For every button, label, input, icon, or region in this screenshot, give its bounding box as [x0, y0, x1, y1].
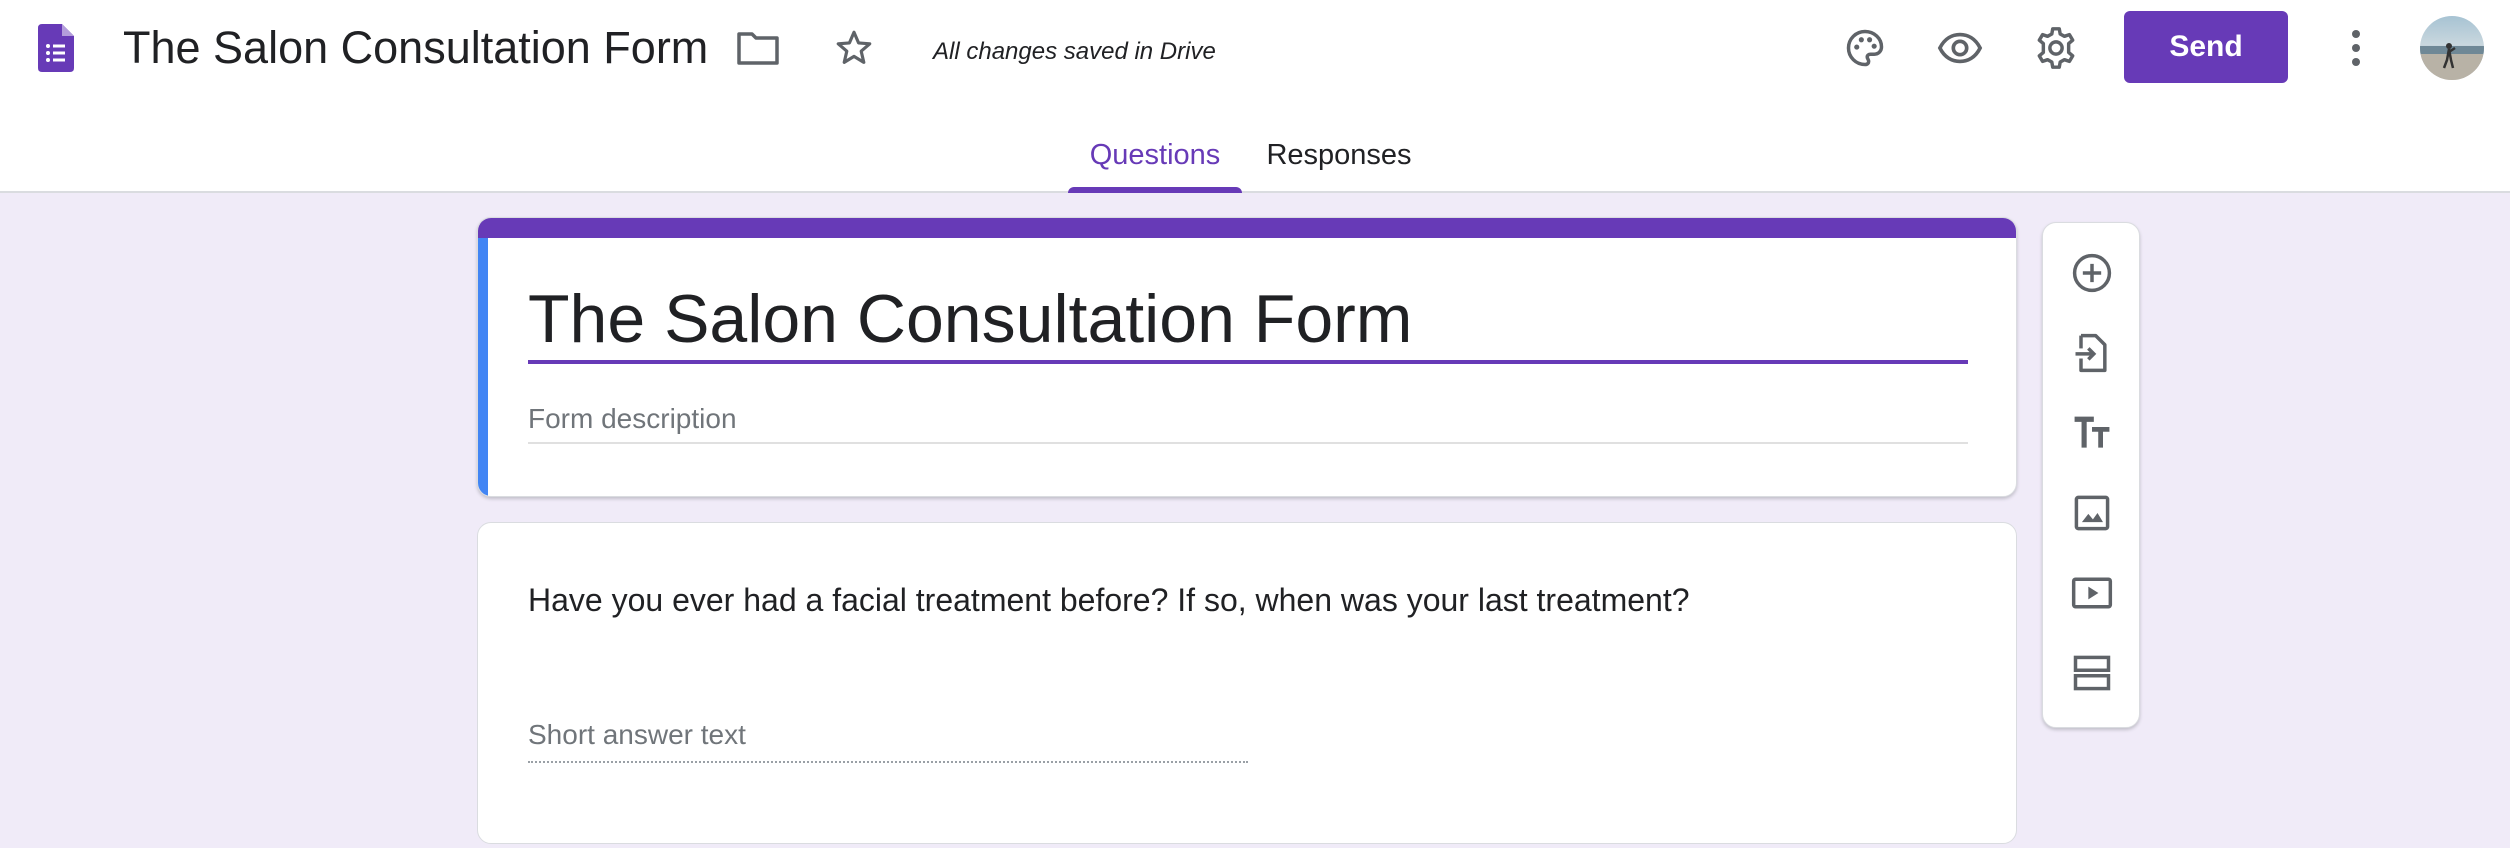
form-description-input[interactable]: Form description — [528, 400, 1968, 444]
form-header-card: The Salon Consultation Form Form descrip… — [477, 217, 2017, 497]
question-title[interactable]: Have you ever had a facial treatment bef… — [528, 577, 1968, 623]
add-video-icon[interactable] — [2060, 561, 2124, 625]
star-icon[interactable] — [826, 20, 882, 76]
tab-responses[interactable]: Responses — [1254, 120, 1424, 193]
add-image-icon[interactable] — [2060, 481, 2124, 545]
add-title-icon[interactable] — [2060, 401, 2124, 465]
add-section-icon[interactable] — [2060, 641, 2124, 705]
eye-icon[interactable] — [1930, 18, 1990, 78]
question-card[interactable]: Have you ever had a facial treatment bef… — [477, 522, 2017, 844]
document-title[interactable]: The Salon Consultation Form — [123, 18, 708, 78]
gear-icon[interactable] — [2026, 18, 2086, 78]
more-vert-icon[interactable] — [2326, 18, 2386, 78]
question-toolbar — [2042, 222, 2140, 728]
folder-icon[interactable] — [730, 20, 786, 76]
save-status: All changes saved in Drive — [933, 38, 1216, 65]
selected-card-indicator — [478, 238, 488, 496]
palette-icon[interactable] — [1835, 18, 1895, 78]
google-forms-icon[interactable] — [38, 24, 74, 72]
tab-bar: Questions Responses — [0, 120, 2510, 193]
add-question-icon[interactable] — [2060, 241, 2124, 305]
short-answer-field: Short answer text — [528, 715, 1248, 763]
import-questions-icon[interactable] — [2060, 321, 2124, 385]
top-bar: The Salon Consultation Form All changes … — [0, 0, 2510, 193]
header-accent-band — [478, 218, 2016, 238]
send-button[interactable]: Send — [2124, 11, 2288, 83]
tab-questions[interactable]: Questions — [1068, 120, 1242, 193]
form-title-input[interactable]: The Salon Consultation Form — [528, 278, 1968, 364]
avatar[interactable] — [2420, 16, 2484, 80]
